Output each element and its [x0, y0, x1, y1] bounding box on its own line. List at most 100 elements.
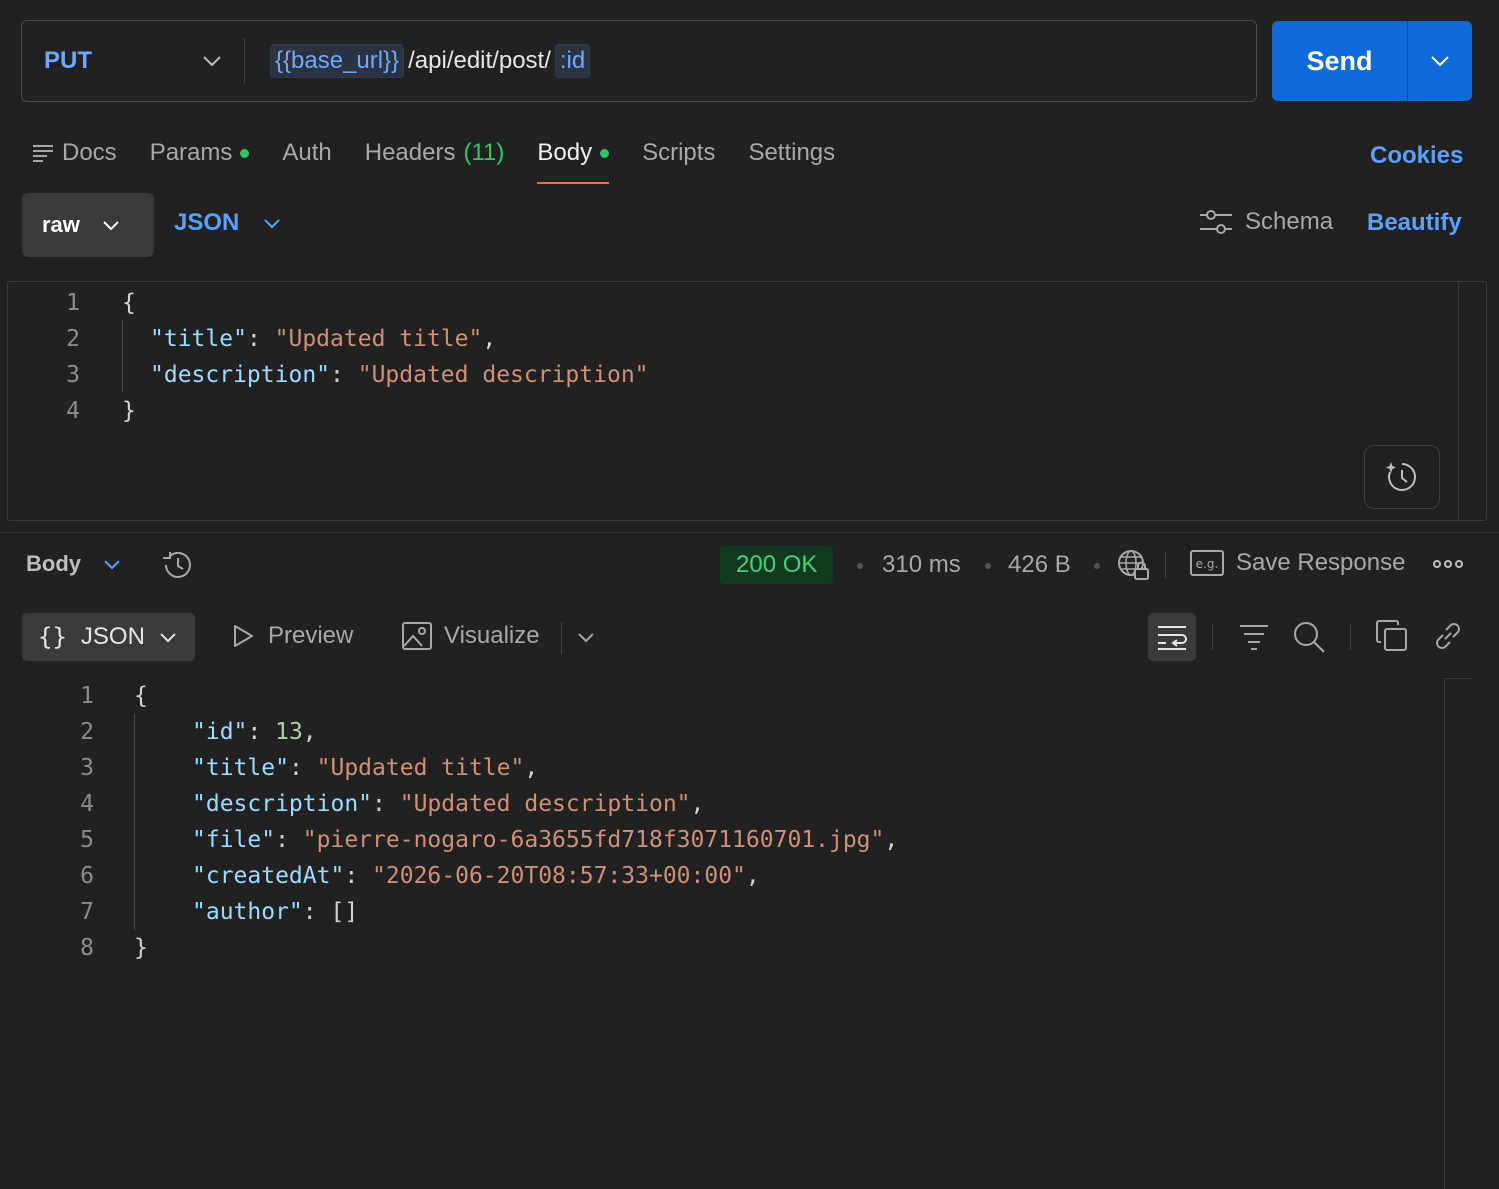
- editor-scrollbar[interactable]: [1458, 282, 1459, 520]
- response-time[interactable]: 310 ms: [882, 551, 961, 579]
- indent-guide: [134, 714, 135, 930]
- json-punct: ,: [482, 326, 497, 352]
- json-number: 13: [275, 719, 303, 745]
- separator-dot: [1094, 563, 1100, 569]
- language-label: JSON: [174, 209, 240, 236]
- send-options-button[interactable]: [1408, 21, 1472, 101]
- tab-docs[interactable]: Docs: [32, 130, 117, 176]
- code-line: }: [134, 935, 148, 961]
- ai-assist-button[interactable]: [1364, 445, 1440, 509]
- tab-headers[interactable]: Headers (11): [365, 130, 505, 176]
- chevron-down-icon: [104, 559, 120, 569]
- response-size[interactable]: 426 B: [1008, 551, 1071, 579]
- chevron-down-icon: [160, 632, 176, 642]
- json-string: "Updated title": [316, 755, 525, 781]
- save-response-button[interactable]: e.g. Save Response: [1190, 549, 1405, 577]
- modified-dot: [600, 148, 610, 158]
- cookies-link[interactable]: Cookies: [1370, 142, 1463, 170]
- url-path: /api/edit/post/: [408, 47, 551, 74]
- history-icon[interactable]: [160, 549, 194, 586]
- tab-params[interactable]: Params: [150, 130, 250, 176]
- divider: [0, 532, 1499, 533]
- method-select[interactable]: PUT: [22, 21, 244, 101]
- body-type-label: raw: [42, 212, 80, 237]
- response-scrollbar[interactable]: [1444, 678, 1445, 1189]
- method-label: PUT: [44, 47, 92, 74]
- url-input[interactable]: {{base_url}} /api/edit/post/ :id: [245, 44, 591, 78]
- code-line: "file": "pierre-nogaro-6a3655fd718f30711…: [192, 827, 899, 853]
- more-options-icon[interactable]: [1433, 557, 1463, 576]
- json-array: []: [330, 899, 359, 925]
- wrap-lines-button[interactable]: [1148, 613, 1196, 661]
- send-button[interactable]: Send: [1272, 21, 1407, 101]
- network-globe-lock-icon[interactable]: [1116, 548, 1152, 587]
- url-path-param-chip[interactable]: :id: [554, 44, 591, 78]
- image-icon: [402, 622, 432, 650]
- json-key: "id": [192, 719, 248, 745]
- code-line: }: [122, 398, 136, 424]
- copy-icon[interactable]: [1376, 620, 1408, 657]
- tab-params-label: Params: [149, 139, 233, 166]
- divider: [1350, 624, 1351, 650]
- code-line: "createdAt": "2026-06-20T08:57:33+00:00"…: [192, 863, 760, 889]
- tab-body[interactable]: Body: [537, 130, 610, 184]
- json-string: "pierre-nogaro-6a3655fd718f3071160701.jp…: [302, 827, 885, 853]
- json-key: "file": [192, 827, 276, 853]
- language-select[interactable]: JSON: [174, 209, 281, 237]
- line-number: 2: [66, 326, 80, 352]
- line-number: 1: [80, 683, 94, 709]
- chevron-down-icon: [202, 55, 222, 67]
- json-key: "author": [192, 899, 303, 925]
- response-view-select[interactable]: Body: [26, 551, 121, 577]
- separator-dot: [985, 563, 991, 569]
- tab-scripts-label: Scripts: [642, 139, 716, 166]
- json-string: "Updated description": [399, 791, 691, 817]
- request-body-editor[interactable]: 1 { 2 "title": "Updated title", 3 "descr…: [7, 281, 1487, 521]
- sliders-icon: [1200, 210, 1232, 234]
- braces-icon: {}: [38, 623, 67, 651]
- filter-icon[interactable]: [1238, 620, 1270, 657]
- tab-settings[interactable]: Settings: [748, 130, 835, 176]
- divider: [1212, 624, 1213, 650]
- save-response-label: Save Response: [1236, 549, 1406, 576]
- schema-button[interactable]: Schema: [1199, 208, 1333, 236]
- search-icon[interactable]: [1292, 620, 1326, 659]
- code-line: "description": "Updated description",: [192, 791, 705, 817]
- json-key: "createdAt": [192, 863, 345, 889]
- code-line: "description": "Updated description": [150, 362, 649, 388]
- status-badge[interactable]: 200 OK: [720, 546, 834, 584]
- json-key: "description": [150, 362, 331, 388]
- sparkle-timer-icon: [1386, 462, 1416, 491]
- line-number: 5: [80, 827, 94, 853]
- beautify-button[interactable]: Beautify: [1367, 209, 1462, 237]
- example-icon: e.g.: [1190, 550, 1224, 576]
- line-number: 3: [80, 755, 94, 781]
- tab-scripts[interactable]: Scripts: [642, 130, 715, 176]
- divider: [1444, 678, 1472, 679]
- chevron-down-icon: [1431, 56, 1449, 67]
- line-number: 2: [80, 719, 94, 745]
- line-number: 1: [66, 290, 80, 316]
- indent-guide: [122, 320, 123, 392]
- code-line: "title": "Updated title",: [150, 326, 497, 352]
- link-icon[interactable]: [1432, 620, 1464, 657]
- code-line: {: [122, 290, 136, 316]
- tab-auth[interactable]: Auth: [282, 130, 331, 176]
- headers-count: (11): [463, 139, 505, 166]
- url-variable-chip[interactable]: {{base_url}}: [270, 44, 405, 78]
- line-number: 6: [80, 863, 94, 889]
- visualize-options-chevron[interactable]: [577, 630, 595, 648]
- chevron-down-icon: [103, 220, 119, 230]
- code-line: "id": 13,: [192, 719, 317, 745]
- tab-docs-label: Docs: [62, 139, 117, 166]
- tab-body-label: Body: [537, 139, 593, 166]
- response-format-select[interactable]: {} JSON: [22, 613, 195, 661]
- chevron-down-icon: [264, 218, 281, 228]
- visualize-button[interactable]: Visualize: [402, 622, 540, 650]
- schema-label: Schema: [1245, 208, 1334, 235]
- body-type-select[interactable]: raw: [22, 193, 154, 257]
- modified-dot: [240, 148, 250, 158]
- visualize-label: Visualize: [444, 622, 540, 649]
- divider: [1165, 552, 1166, 578]
- preview-button[interactable]: Preview: [230, 622, 353, 650]
